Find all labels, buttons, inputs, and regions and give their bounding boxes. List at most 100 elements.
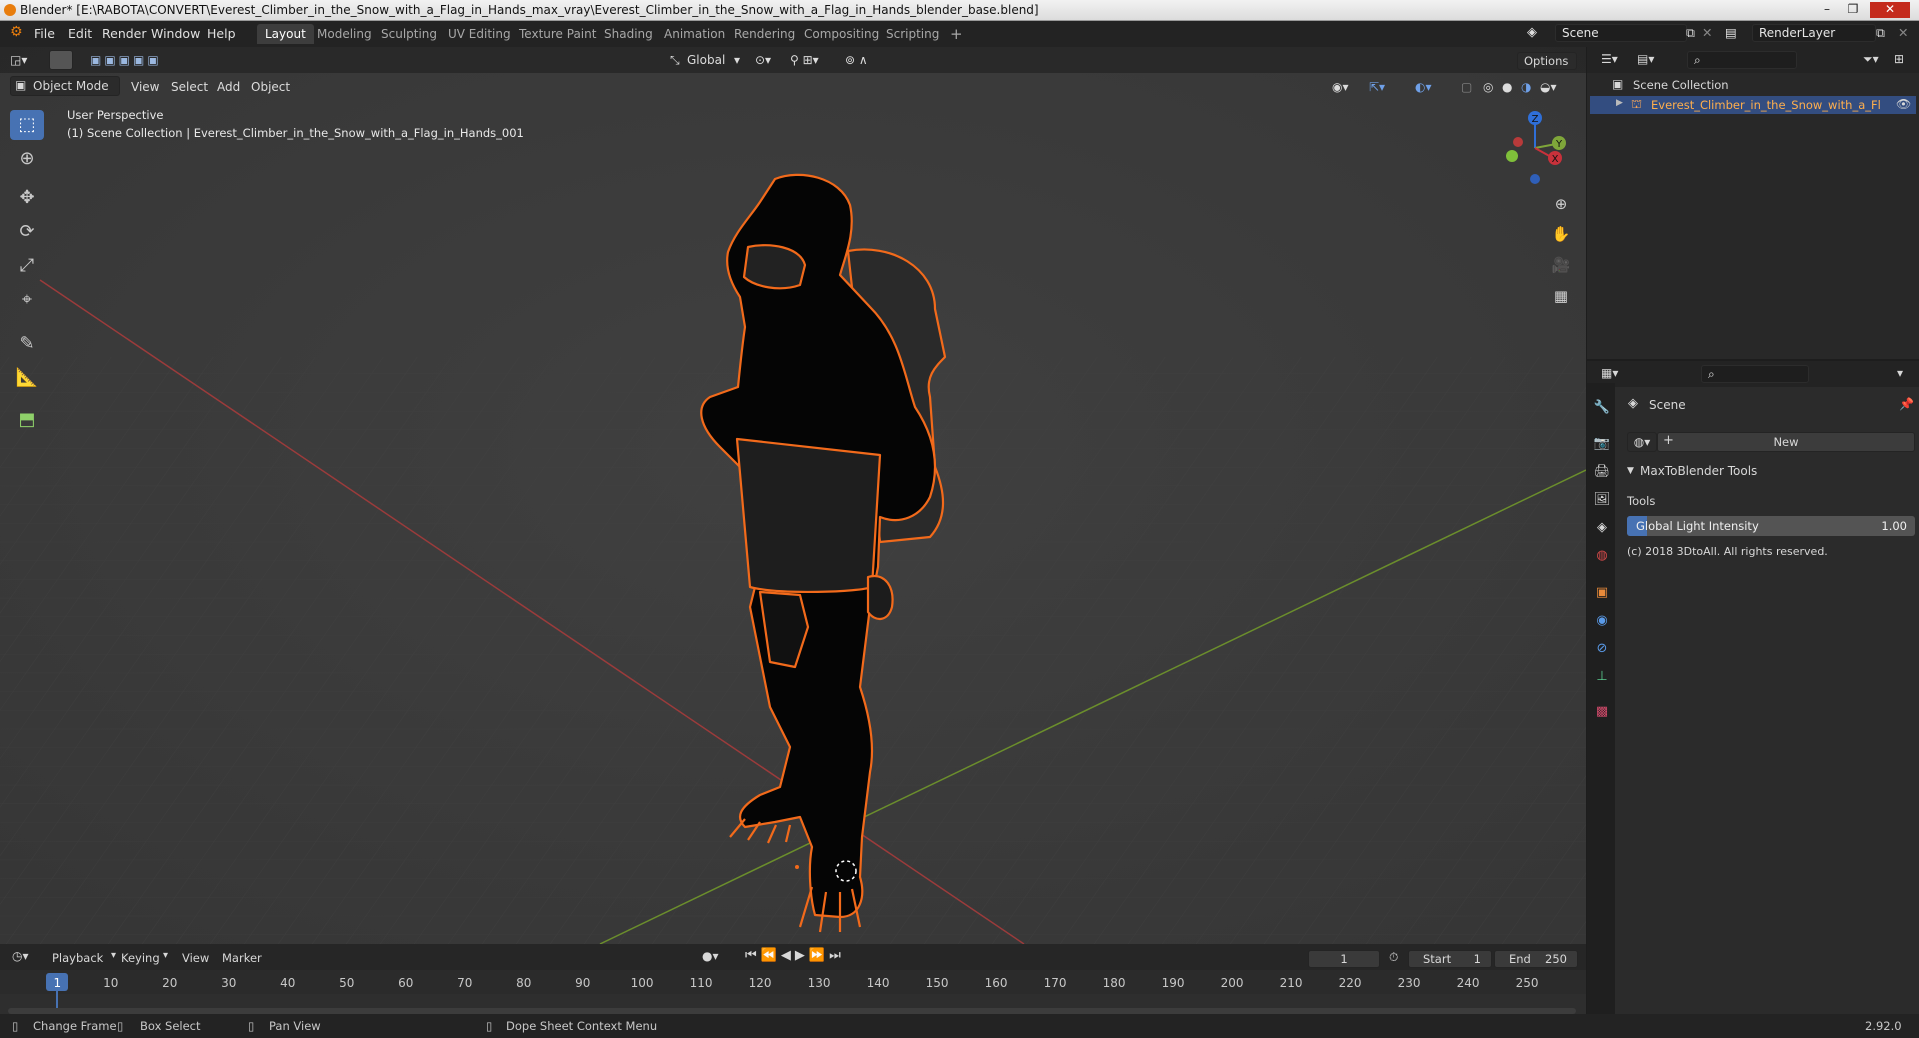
tab-compositing[interactable]: Compositing <box>796 24 887 44</box>
outliner-filter-icon[interactable]: ⏷▾ <box>1863 52 1879 67</box>
properties-options-chevron-icon[interactable]: ▾ <box>1897 366 1903 380</box>
menu-help[interactable]: Help <box>207 26 236 41</box>
overlay-toggle-icon[interactable]: ◐▾ <box>1415 77 1432 97</box>
menu-file[interactable]: File <box>34 26 55 41</box>
annotate-tool-icon[interactable]: ✎ <box>10 329 44 359</box>
outliner-new-collection-icon[interactable]: ⊞ <box>1894 52 1904 66</box>
renderlayer-copy-icon[interactable]: ⧉ <box>1876 25 1885 41</box>
physics-tab-icon[interactable]: ◉ <box>1591 610 1613 632</box>
tab-shading[interactable]: Shading <box>596 24 661 44</box>
pin-icon[interactable]: 📌 <box>1899 397 1914 411</box>
data-tab-icon[interactable]: ⊥ <box>1591 666 1613 688</box>
add-workspace-button[interactable]: + <box>942 24 971 44</box>
zoom-icon[interactable]: ⊕ <box>1548 191 1574 217</box>
3d-viewport[interactable] <box>0 47 1586 944</box>
tab-scripting[interactable]: Scripting <box>878 24 947 44</box>
close-button[interactable]: ✕ <box>1870 2 1910 18</box>
view-layer-tab-icon[interactable]: 🖼 <box>1591 489 1613 511</box>
navigation-gizmo[interactable]: Z Y X <box>1488 104 1568 190</box>
constraints-tab-icon[interactable]: ⊘ <box>1591 638 1613 660</box>
renderlayer-browse-icon[interactable]: ▤ <box>1725 25 1737 40</box>
tab-animation[interactable]: Animation <box>656 24 733 44</box>
orientation-dropdown[interactable]: Global <box>687 50 725 70</box>
tool-tab-icon[interactable]: 🔧 <box>1591 397 1613 419</box>
tab-texture-paint[interactable]: Texture Paint <box>511 24 604 44</box>
texture-tab-icon[interactable]: ▩ <box>1591 701 1613 723</box>
xray-toggle-icon[interactable]: ▢ <box>1461 77 1472 97</box>
output-tab-icon[interactable]: 🖨 <box>1591 461 1613 483</box>
menu-render[interactable]: Render <box>102 26 147 41</box>
tab-modeling[interactable]: Modeling <box>309 24 380 44</box>
visibility-eye-icon[interactable]: 👁 <box>1896 97 1911 111</box>
scale-tool-icon[interactable]: ⤢ <box>10 251 44 281</box>
cursor-tool-icon[interactable]: ⊕ <box>10 144 44 174</box>
add-cube-tool-icon[interactable]: ⬒ <box>10 405 44 435</box>
record-icon[interactable]: ●▾ <box>702 949 719 963</box>
select-box-tool[interactable]: ⬚ <box>10 110 44 140</box>
menu-edit[interactable]: Edit <box>68 26 92 41</box>
timeline-editor-type-icon[interactable]: ◷▾ <box>12 949 29 963</box>
solid-shading-icon[interactable]: ● <box>1502 77 1512 97</box>
visibility-icon[interactable]: ◉▾ <box>1332 77 1349 97</box>
mode-dropdown[interactable]: Object Mode <box>10 76 120 96</box>
end-frame-field[interactable]: End 250 <box>1494 950 1578 968</box>
timeline-menu-marker[interactable]: Marker <box>222 951 262 965</box>
scene-remove-icon[interactable]: ✕ <box>1702 25 1712 40</box>
scene-copy-icon[interactable]: ⧉ <box>1686 25 1695 41</box>
timeline-menu-view[interactable]: View <box>182 951 209 965</box>
current-frame-field[interactable]: 1 <box>1308 950 1380 968</box>
preview-range-icon[interactable]: ⏱ <box>1389 950 1398 965</box>
new-world-button[interactable]: New <box>1657 432 1915 452</box>
world-tab-icon[interactable]: ◍ <box>1591 545 1613 567</box>
wireframe-shading-icon[interactable]: ◎ <box>1483 77 1493 97</box>
scene-tab-icon[interactable]: ◈ <box>1591 517 1613 539</box>
outliner-scene-collection[interactable]: Scene Collection <box>1633 78 1729 92</box>
tab-rendering[interactable]: Rendering <box>726 24 803 44</box>
start-frame-field[interactable]: Start 1 <box>1408 950 1492 968</box>
restore-button[interactable]: ❐ <box>1842 2 1864 18</box>
global-light-intensity-slider[interactable]: Global Light Intensity 1.00 <box>1627 516 1915 536</box>
orientation-icon[interactable]: ⤡ <box>670 50 680 70</box>
object-tab-icon[interactable]: ▣ <box>1591 582 1613 604</box>
perspective-toggle-icon[interactable]: ▦ <box>1548 283 1574 309</box>
tab-sculpting[interactable]: Sculpting <box>373 24 445 44</box>
transform-tool-icon[interactable]: ⌖ <box>10 285 44 315</box>
render-tab-icon[interactable]: 📷 <box>1591 433 1613 455</box>
panel-title[interactable]: MaxToBlender Tools <box>1640 464 1757 478</box>
measure-tool-icon[interactable]: 📐 <box>10 363 44 393</box>
timeline-menu-keying[interactable]: Keying <box>121 951 160 965</box>
viewport-menu-add[interactable]: Add <box>217 77 240 97</box>
select-tool-icon[interactable] <box>49 50 73 70</box>
camera-view-icon[interactable]: 🎥 <box>1548 252 1574 278</box>
proportional-edit-icon[interactable]: ⊚ ∧ <box>845 50 868 70</box>
tab-uv-editing[interactable]: UV Editing <box>440 24 519 44</box>
material-shading-icon[interactable]: ◑ <box>1521 77 1531 97</box>
viewport-menu-view[interactable]: View <box>131 77 159 97</box>
renderlayer-remove-icon[interactable]: ✕ <box>1898 25 1908 40</box>
outliner-item-climber[interactable]: Everest_Climber_in_the_Snow_with_a_Flag_… <box>1651 98 1881 112</box>
pivot-icon[interactable]: ⊙▾ <box>755 50 771 70</box>
minimize-button[interactable]: – <box>1816 2 1838 18</box>
selection-mode-icons[interactable]: ▣▣▣▣▣ <box>90 50 162 70</box>
outliner-display-mode-icon[interactable]: ▤▾ <box>1637 52 1654 66</box>
pan-hand-icon[interactable]: ✋ <box>1548 221 1574 247</box>
properties-editor-type-icon[interactable]: ▦▾ <box>1601 366 1618 380</box>
move-tool-icon[interactable]: ✥ <box>10 183 44 213</box>
viewport-menu-object[interactable]: Object <box>251 77 290 97</box>
world-browse-icon[interactable]: ◍▾ <box>1627 432 1657 452</box>
expand-arrow-icon[interactable]: ▶ <box>1616 98 1623 108</box>
gizmo-toggle-icon[interactable]: ⇱▾ <box>1369 77 1385 97</box>
orientation-chevron-icon[interactable]: ▾ <box>734 50 740 70</box>
rotate-tool-icon[interactable]: ⟳ <box>10 217 44 247</box>
outliner-editor-type-icon[interactable]: ☰▾ <box>1601 52 1618 66</box>
menu-window[interactable]: Window <box>151 26 200 41</box>
playback-controls[interactable]: ⏮⏪◀▶⏩⏭ <box>745 948 845 963</box>
options-dropdown[interactable]: Options <box>1517 52 1577 70</box>
rendered-shading-icon[interactable]: ◒▾ <box>1540 77 1557 97</box>
editor-type-icon[interactable]: ◲▾ <box>10 50 27 70</box>
blender-menu-icon[interactable]: ⚙ <box>10 24 23 40</box>
scene-field[interactable]: Scene <box>1555 24 1687 42</box>
snap-icon[interactable]: ⚲ ⊞▾ <box>790 50 819 70</box>
tab-layout[interactable]: Layout <box>257 24 314 44</box>
timeline-menu-playback[interactable]: Playback <box>52 951 103 965</box>
